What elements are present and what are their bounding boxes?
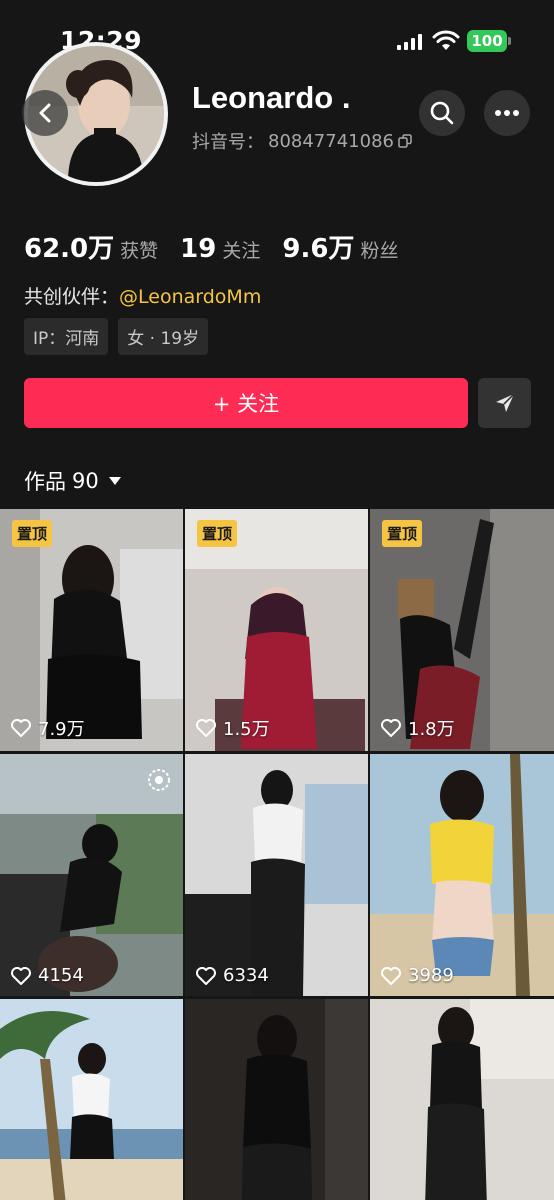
video-thumbnail[interactable]: 置顶 1.8万 [370, 509, 554, 751]
video-thumbnail[interactable]: 6334 [185, 754, 368, 996]
search-button[interactable] [419, 90, 465, 136]
co-creator: 共创伙伴：@LeonardoMm [24, 282, 261, 309]
caret-down-icon [108, 477, 121, 485]
video-thumbnail[interactable]: 置顶 1.5万 [185, 509, 368, 751]
stat-followers-label: 粉丝 [360, 240, 399, 262]
stat-following[interactable]: 19 关注 [180, 234, 260, 264]
more-button[interactable] [484, 90, 530, 136]
profile-name: Leonardo . [192, 80, 351, 115]
ip-location-tag: IP：河南 [24, 318, 109, 355]
heart-icon [381, 966, 401, 985]
video-likes-count: 4154 [38, 965, 84, 986]
copy-icon[interactable] [398, 134, 412, 148]
stat-following-count: 19 [180, 234, 217, 264]
stat-following-label: 关注 [222, 240, 261, 262]
pinned-badge: 置顶 [382, 520, 423, 547]
profile-header: Leonardo . 抖音号： 80847741086 [0, 0, 554, 210]
stat-likes[interactable]: 62.0万 获赞 [24, 228, 158, 265]
video-thumbnail-image [185, 999, 368, 1200]
pinned-badge: 置顶 [197, 520, 238, 547]
stat-likes-label: 获赞 [120, 240, 159, 262]
video-thumbnail-image [370, 999, 554, 1200]
gender-age-tag: 女 · 19岁 [118, 318, 209, 355]
pinned-badge: 置顶 [12, 520, 53, 547]
video-likes-count: 1.8万 [408, 719, 455, 740]
video-thumbnail-image [185, 754, 368, 996]
video-grid: 置顶 7.9万 置顶 1.5万 置顶 1.8万 4154 6334 3989 [0, 509, 554, 1200]
profile-tags: IP：河南 女 · 19岁 [24, 318, 209, 355]
works-tab[interactable]: 作品 90 [24, 466, 121, 496]
video-likes: 4154 [10, 965, 84, 986]
video-thumbnail[interactable] [0, 999, 183, 1200]
search-icon [430, 101, 454, 125]
video-thumbnail[interactable] [185, 999, 368, 1200]
live-icon [148, 769, 170, 791]
video-thumbnail-image [0, 999, 183, 1200]
back-icon [39, 103, 51, 123]
stat-followers[interactable]: 9.6万 粉丝 [282, 228, 398, 265]
profile-stats: 62.0万 获赞 19 关注 9.6万 粉丝 [24, 228, 420, 265]
video-likes: 6334 [195, 965, 269, 986]
video-thumbnail[interactable]: 置顶 7.9万 [0, 509, 183, 751]
video-likes-count: 1.5万 [223, 719, 270, 740]
co-creator-label: 共创伙伴： [24, 286, 120, 308]
share-icon [495, 393, 515, 412]
video-thumbnail[interactable]: 3989 [370, 754, 554, 996]
video-likes: 3989 [380, 965, 454, 986]
douyin-id: 抖音号： 80847741086 [192, 128, 412, 154]
video-likes-count: 3989 [408, 965, 454, 986]
co-creator-link[interactable]: @LeonardoMm [119, 286, 261, 308]
heart-icon [196, 719, 216, 737]
heart-icon [11, 719, 31, 737]
heart-icon [196, 966, 216, 985]
video-likes: 7.9万 [10, 715, 85, 741]
back-button[interactable] [22, 90, 68, 136]
heart-icon [11, 966, 31, 985]
heart-icon [381, 719, 401, 737]
douyin-id-label: 抖音号： [192, 132, 264, 153]
works-label: 作品 [24, 470, 66, 494]
video-likes: 1.8万 [380, 715, 455, 741]
video-likes-count: 7.9万 [38, 719, 85, 740]
follow-button[interactable]: + 关注 [24, 378, 468, 428]
works-count: 90 [72, 469, 99, 493]
share-button[interactable] [478, 378, 531, 428]
video-likes-count: 6334 [223, 965, 269, 986]
video-thumbnail[interactable] [370, 999, 554, 1200]
stat-followers-count: 9.6万 [282, 234, 355, 264]
douyin-id-value: 80847741086 [268, 130, 394, 152]
more-icon [495, 110, 519, 116]
stat-likes-count: 62.0万 [24, 234, 115, 264]
video-thumbnail[interactable]: 4154 [0, 754, 183, 996]
video-thumbnail-image [370, 754, 554, 996]
video-likes: 1.5万 [195, 715, 270, 741]
